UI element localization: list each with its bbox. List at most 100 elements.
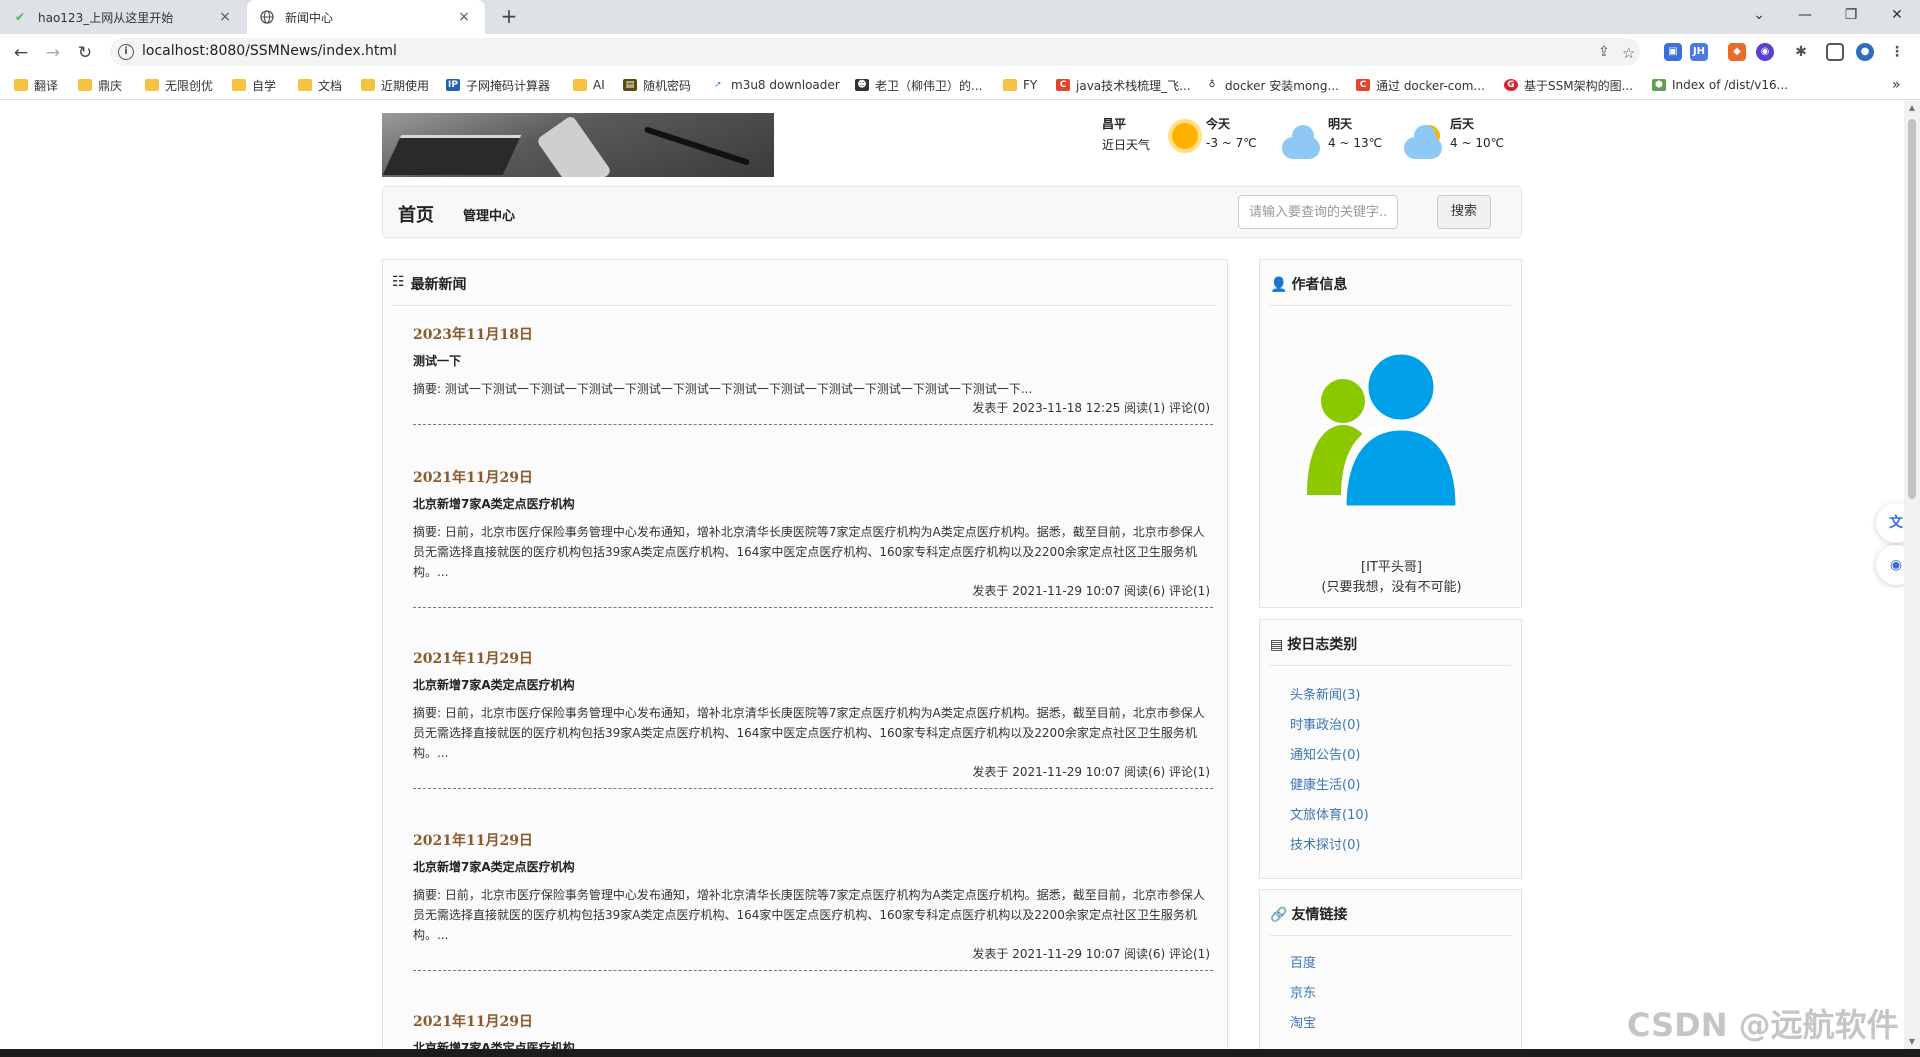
news-title-link[interactable]: 北京新增7家A类定点医疗机构 bbox=[413, 858, 1213, 875]
password-icon: ▤ bbox=[623, 79, 637, 91]
bookmark-item[interactable]: Cjava技术栈梳理_飞... bbox=[1056, 76, 1191, 94]
divider bbox=[413, 424, 1213, 425]
category-panel: ▤ 按日志类别 头条新闻(3) 时事政治(0) 通知公告(0) 健康生活(0) 文… bbox=[1259, 619, 1522, 879]
new-tab-button[interactable]: + bbox=[496, 5, 522, 29]
tab-search-icon[interactable]: ⌄ bbox=[1736, 0, 1782, 30]
friend-link[interactable]: 京东 bbox=[1290, 982, 1316, 1001]
category-link[interactable]: 头条新闻(3) bbox=[1290, 684, 1360, 703]
scroll-down-icon[interactable]: ▼ bbox=[1907, 1037, 1917, 1046]
bookmark-item[interactable]: 近期使用 bbox=[361, 76, 429, 94]
bookmark-item[interactable]: ▤ 随机密码 bbox=[623, 76, 691, 94]
back-icon[interactable]: ← bbox=[8, 40, 34, 66]
close-icon[interactable]: × bbox=[216, 9, 234, 25]
news-title-link[interactable]: 北京新增7家A类定点医疗机构 bbox=[413, 676, 1213, 693]
friend-link[interactable]: 百度 bbox=[1290, 952, 1316, 971]
bookmark-item[interactable]: 无限创优 bbox=[145, 76, 213, 94]
page-scrollbar[interactable]: ▲ ▼ bbox=[1904, 101, 1920, 1049]
friend-link[interactable]: 淘宝 bbox=[1290, 1012, 1316, 1031]
browser-tabstrip: ✔ hao123_上网从这里开始 × 新闻中心 × + ⌄ — ❐ ✕ bbox=[0, 0, 1920, 34]
friend-links-panel: 🔗 友情链接 百度 京东 淘宝 bbox=[1259, 889, 1522, 1049]
weather-day-label: 明天 bbox=[1328, 117, 1353, 131]
category-link[interactable]: 文旅体育(10) bbox=[1290, 804, 1369, 823]
category-link[interactable]: 通知公告(0) bbox=[1290, 744, 1360, 763]
forward-icon[interactable]: → bbox=[40, 40, 66, 66]
jh-extension-icon[interactable]: JH bbox=[1690, 43, 1708, 61]
reload-icon[interactable]: ↻ bbox=[72, 40, 98, 66]
bookmarks-more-button[interactable]: » bbox=[1892, 76, 1901, 94]
bookmarks-bar: 翻译 鼎庆 无限创优 自学 文档 近期使用 IP 子网掩码计算器 AI ▤ 随机密码… bbox=[0, 70, 1920, 100]
panel-heading: ▤ 按日志类别 bbox=[1270, 634, 1511, 666]
os-taskbar bbox=[0, 1049, 1920, 1057]
bookmark-item[interactable]: AI bbox=[573, 76, 605, 94]
extension-icon[interactable]: ▣ bbox=[1664, 43, 1682, 61]
cloud-icon bbox=[1404, 125, 1442, 159]
bookmark-item[interactable]: 鼎庆 bbox=[78, 76, 122, 94]
bookmark-item[interactable]: IP 子网掩码计算器 bbox=[446, 76, 550, 94]
g-icon: G bbox=[1504, 79, 1518, 91]
bookmark-item[interactable]: 文档 bbox=[298, 76, 342, 94]
news-item: 2021年11月29日 北京新增7家A类定点医疗机构 摘要: 日前，北京市医疗保… bbox=[413, 830, 1213, 971]
hao123-icon: ✔ bbox=[14, 10, 26, 24]
menu-icon[interactable]: ⋮ bbox=[1888, 43, 1906, 61]
ip-icon: IP bbox=[446, 79, 460, 91]
folder-icon bbox=[78, 79, 92, 91]
pen-graphic bbox=[643, 126, 751, 166]
news-title-link[interactable]: 测试一下 bbox=[413, 352, 1213, 369]
search-input[interactable] bbox=[1238, 195, 1398, 229]
address-bar[interactable]: i localhost:8080/SSMNews/index.html ⇪ ☆ bbox=[110, 38, 1640, 66]
share-icon[interactable]: ⇪ bbox=[1598, 44, 1610, 60]
author-avatar bbox=[1307, 351, 1459, 509]
info-icon[interactable]: i bbox=[118, 44, 134, 60]
bookmark-item[interactable]: C 通过 docker-com... bbox=[1356, 76, 1485, 94]
assistant-icon[interactable]: ◉ bbox=[1876, 545, 1904, 585]
close-window-button[interactable]: ✕ bbox=[1874, 0, 1920, 30]
page-viewport: 昌平 近日天气 今天 -3 ~ 7℃ 明天 4 ~ 13℃ 后天 4 ~ 10℃… bbox=[0, 101, 1904, 1049]
news-item: 2023年11月18日 测试一下 摘要: 测试一下测试一下测试一下测试一下测试一… bbox=[413, 324, 1213, 425]
puzzle-icon[interactable]: ✱ bbox=[1792, 43, 1810, 61]
minimize-button[interactable]: — bbox=[1782, 0, 1828, 30]
shield-extension-icon[interactable]: ◆ bbox=[1728, 43, 1746, 61]
search-button[interactable]: 搜索 bbox=[1437, 195, 1491, 229]
weather-city: 昌平 bbox=[1102, 117, 1127, 131]
news-title-link[interactable]: 北京新增7家A类定点医疗机构 bbox=[413, 1039, 1213, 1049]
bookmark-item[interactable]: G 基于SSM架构的图... bbox=[1504, 76, 1633, 94]
close-icon[interactable]: × bbox=[455, 9, 473, 25]
bookmark-item[interactable]: 自学 bbox=[232, 76, 276, 94]
nav-home-link[interactable]: 首页 bbox=[398, 201, 434, 227]
latest-news-panel: ☷ 最新新闻 2023年11月18日 测试一下 摘要: 测试一下测试一下测试一下… bbox=[382, 259, 1228, 1049]
robot-extension-icon[interactable]: ◉ bbox=[1756, 43, 1774, 61]
tab-hao123[interactable]: ✔ hao123_上网从这里开始 × bbox=[0, 0, 246, 34]
rocket-icon: ➚ bbox=[711, 79, 725, 91]
restore-button[interactable]: ❐ bbox=[1828, 0, 1874, 30]
tab-title: hao123_上网从这里开始 bbox=[38, 10, 174, 25]
weather-day-range: -3 ~ 7℃ bbox=[1206, 136, 1257, 150]
category-link[interactable]: 时事政治(0) bbox=[1290, 714, 1360, 733]
bookmark-item[interactable]: ⬢ Index of /dist/v16... bbox=[1652, 76, 1788, 94]
scrollbar-thumb[interactable] bbox=[1908, 119, 1916, 499]
weather-day-range: 4 ~ 13℃ bbox=[1328, 136, 1383, 150]
sidepanel-icon[interactable] bbox=[1826, 43, 1844, 61]
csdn-icon: C bbox=[1056, 79, 1070, 91]
news-title-link[interactable]: 北京新增7家A类定点医疗机构 bbox=[413, 495, 1213, 512]
main-navbar: 首页 管理中心 搜索 bbox=[382, 186, 1522, 238]
translate-icon[interactable]: 文 bbox=[1876, 503, 1904, 543]
link-icon: 🔗 bbox=[1270, 907, 1288, 923]
scroll-up-icon[interactable]: ▲ bbox=[1907, 103, 1917, 112]
tab-news-center[interactable]: 新闻中心 × bbox=[247, 0, 485, 34]
weather-day-after: 后天 4 ~ 10℃ bbox=[1450, 115, 1504, 150]
category-link[interactable]: 技术探讨(0) bbox=[1290, 834, 1360, 853]
bookmark-item[interactable]: 翻译 bbox=[14, 76, 58, 94]
star-icon[interactable]: ☆ bbox=[1622, 44, 1635, 62]
profile-avatar[interactable]: ● bbox=[1856, 43, 1874, 61]
bookmark-item[interactable]: FY bbox=[1003, 76, 1037, 94]
folder-icon bbox=[14, 79, 28, 91]
bookmark-item[interactable]: ☻ 老卫（柳伟卫）的... bbox=[855, 76, 982, 94]
avatar-icon: ☻ bbox=[855, 79, 869, 91]
bookmark-item[interactable]: ♁ docker 安装mong... bbox=[1205, 76, 1339, 94]
bookmark-item[interactable]: ➚ m3u8 downloader bbox=[711, 76, 840, 94]
panel-heading: 🔗 友情链接 bbox=[1270, 904, 1511, 936]
folder-icon bbox=[145, 79, 159, 91]
divider bbox=[413, 970, 1213, 971]
nav-admin-link[interactable]: 管理中心 bbox=[463, 205, 515, 224]
category-link[interactable]: 健康生活(0) bbox=[1290, 774, 1360, 793]
